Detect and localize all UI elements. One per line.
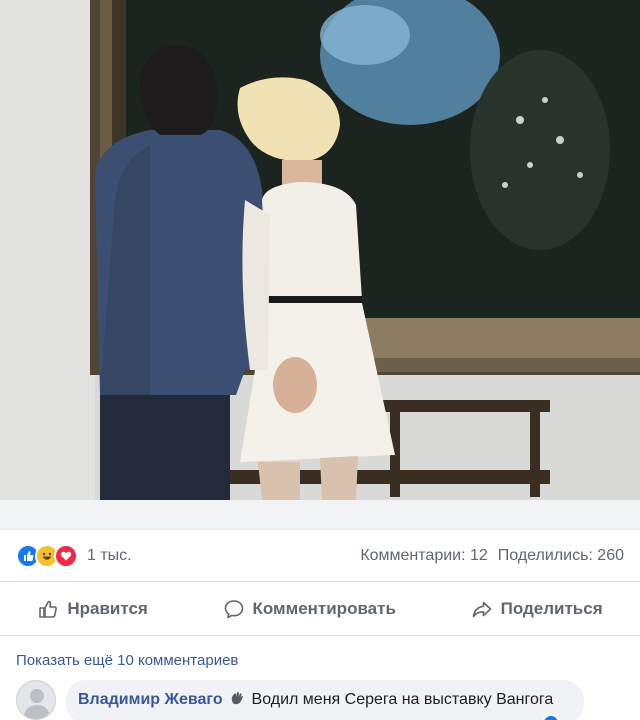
love-reaction-icon	[54, 543, 78, 568]
facebook-post: 1 тыс. Комментарии: 12 Поделились: 260 Н…	[0, 0, 640, 720]
post-photo[interactable]	[0, 0, 640, 500]
comment-label: Комментировать	[252, 598, 396, 618]
thumbs-up-icon	[37, 598, 59, 620]
comment-button[interactable]: Комментировать	[215, 592, 404, 626]
waving-hand-icon	[229, 690, 245, 711]
post-actions: Нравится Комментировать Поделиться	[0, 582, 640, 636]
show-more-comments-link[interactable]: Показать ещё 10 комментариев	[16, 652, 238, 669]
comment-text: Водил меня Серега на выставку Вангога	[251, 691, 554, 708]
like-button[interactable]: Нравится	[29, 592, 156, 626]
share-button[interactable]: Поделиться	[463, 592, 611, 626]
share-arrow-icon	[471, 598, 493, 620]
comment-author[interactable]: Владимир Жеваго	[78, 691, 223, 708]
reactions-bar: 1 тыс. Комментарии: 12 Поделились: 260	[0, 530, 640, 582]
comments-count[interactable]: Комментарии: 12	[360, 547, 487, 565]
reaction-count[interactable]: 1 тыс.	[87, 547, 132, 565]
like-label: Нравится	[67, 598, 148, 618]
reaction-icons[interactable]	[16, 543, 78, 568]
gallery-couple-photo	[0, 0, 640, 500]
photo-footer-gap	[0, 500, 640, 530]
avatar[interactable]	[16, 680, 56, 720]
comment-item: Владимир Жеваго Водил меня Серега на выс…	[0, 678, 640, 720]
speech-bubble-icon	[223, 598, 245, 620]
share-label: Поделиться	[500, 598, 603, 618]
post-stats: Комментарии: 12 Поделились: 260	[360, 547, 624, 565]
shares-count[interactable]: Поделились: 260	[498, 547, 624, 565]
comment-bubble: Владимир Жеваго Водил меня Серега на выс…	[66, 680, 584, 720]
